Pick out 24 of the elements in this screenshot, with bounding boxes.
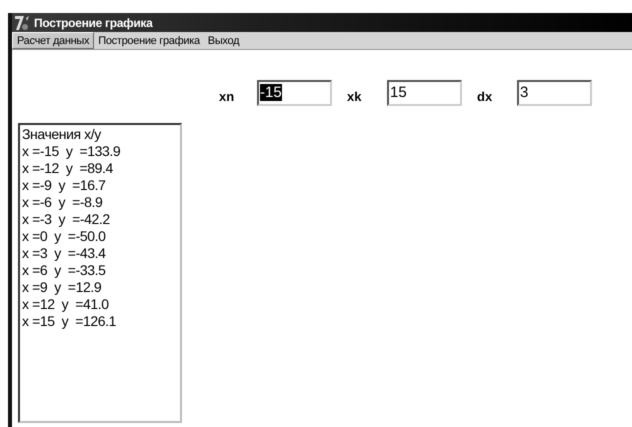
memo-line: x =-12 y =89.4: [22, 160, 114, 177]
output-memo[interactable]: Значения x/y x =-15 y =133.9 x =-12 y =89.4 x =-9 y =16.7 x =-6 y =-8.9 x =-3 y =-42.2 x =0 y =-50.0 x =3 y =-43.4 x =6 y =-33.5 x =9 y =12.9 x =12 y =41.0 x =15 y =126.1: [18, 123, 182, 423]
memo-line: x =9 y =12.9: [22, 279, 102, 296]
memo-line: x =15 y =126.1: [22, 313, 118, 330]
input-field[interactable]: 3: [517, 80, 592, 106]
field-label: xk: [347, 89, 362, 104]
field-label: dx: [477, 89, 494, 104]
memo-line: x =3 y =-43.4: [22, 245, 106, 262]
menu-item[interactable]: Расчет данных: [12, 32, 94, 49]
memo-line: x =6 y =-33.5: [22, 262, 106, 279]
memo-line: x =12 y =41.0: [22, 296, 110, 313]
memo-line: x =-9 y =16.7: [22, 177, 106, 194]
menu-item[interactable]: Выход: [204, 32, 244, 49]
memo-line: x =-6 y =-8.9: [22, 194, 104, 211]
field-label: xn: [219, 89, 236, 104]
input-field[interactable]: -15: [257, 80, 332, 106]
app-icon: [14, 14, 32, 30]
menu-item[interactable]: Построение графика: [94, 32, 204, 49]
memo-line: Значения x/y: [22, 126, 102, 143]
memo-line: x =-3 y =-42.2: [22, 211, 111, 228]
input-field[interactable]: 15: [387, 80, 462, 106]
memo-line: x =0 y =-50.0: [22, 228, 106, 245]
memo-line: x =-15 y =133.9: [22, 143, 122, 160]
window-title: Построение графика: [34, 16, 152, 30]
